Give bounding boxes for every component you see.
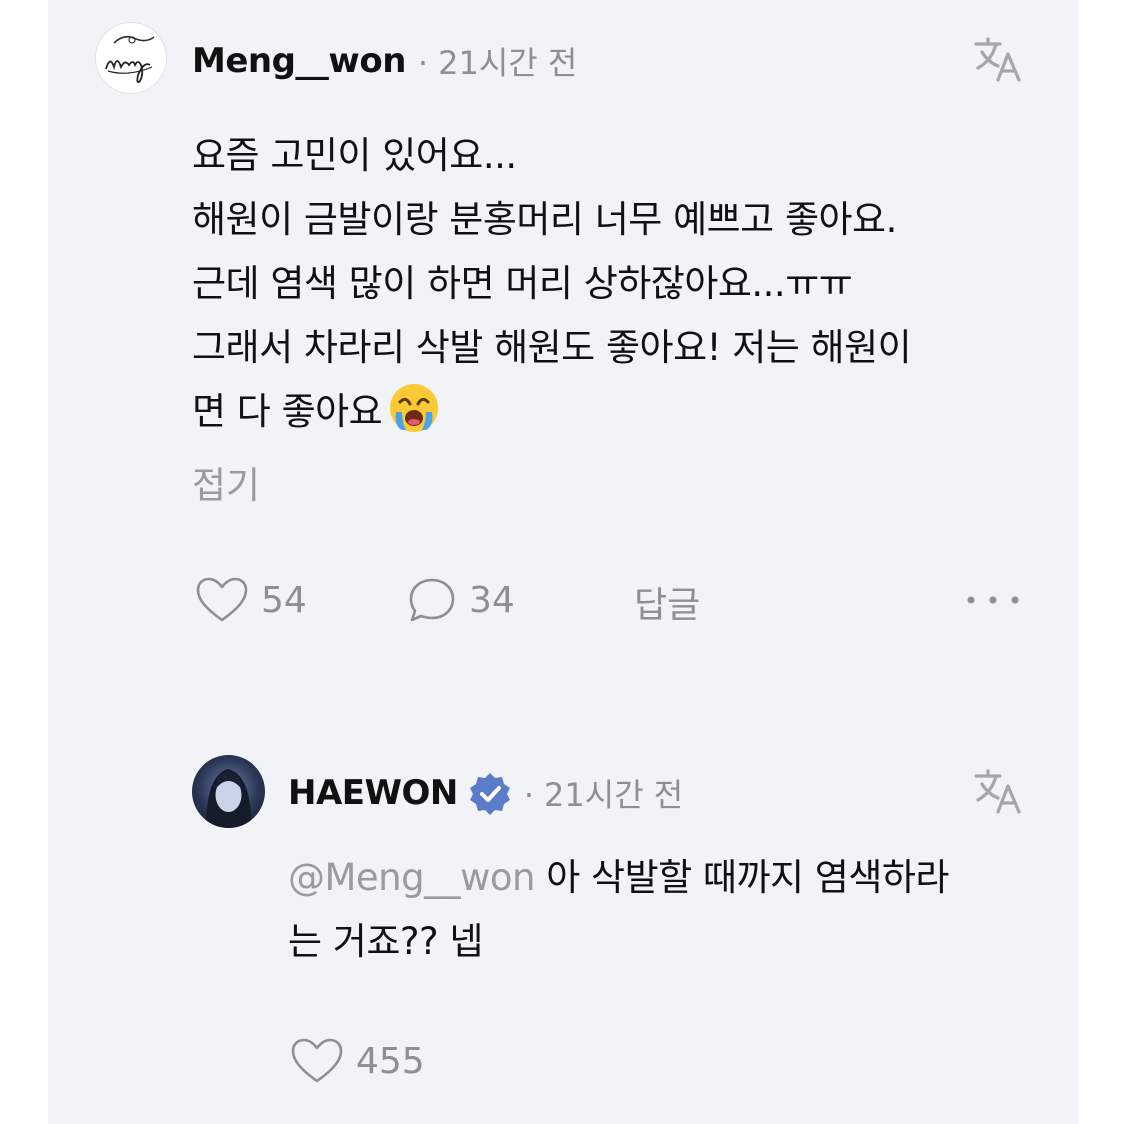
reply-body: @Meng__won 아 삭발할 때까지 염색하라 는 거죠?? 넵 xyxy=(288,846,949,974)
reply-line: 는 거죠?? 넵 xyxy=(288,920,483,963)
portrait-photo xyxy=(206,769,252,828)
reply-username[interactable]: HAEWON xyxy=(288,773,458,813)
avatar[interactable] xyxy=(95,22,167,94)
comment-bubble-icon xyxy=(409,578,455,622)
like-button[interactable]: 54 xyxy=(195,576,307,624)
translate-icon[interactable] xyxy=(972,34,1024,86)
reply-count: 34 xyxy=(469,579,515,621)
loudly-crying-face-emoji xyxy=(390,384,439,432)
heart-icon xyxy=(196,577,248,622)
comment-timestamp: · 21시간 전 xyxy=(417,44,578,82)
reply-timestamp: · 21시간 전 xyxy=(523,776,684,814)
comment-line: 해원이 금발이랑 분홍머리 너무 예쁘고 좋아요. xyxy=(192,198,897,241)
reply-like-count: 455 xyxy=(356,1040,425,1082)
reply-count-button[interactable]: 34 xyxy=(407,576,515,624)
comment-line-last: 면 다 좋아요 xyxy=(192,380,911,444)
comment-body: 요즘 고민이 있어요... 해원이 금발이랑 분홍머리 너무 예쁘고 좋아요. … xyxy=(192,124,912,444)
comment-line: 그래서 차라리 삭발 해원도 좋아요! 저는 해원이 xyxy=(192,326,912,369)
comment-line: 근데 염색 많이 하면 머리 상하잖아요...ㅠㅠ xyxy=(192,262,853,305)
like-count: 54 xyxy=(261,579,307,621)
more-options-icon[interactable] xyxy=(965,590,1021,610)
comment-line-text: 면 다 좋아요 xyxy=(192,390,383,433)
reply-button[interactable]: 답글 xyxy=(634,576,700,628)
heart-icon xyxy=(291,1038,343,1083)
signature-logo xyxy=(105,35,155,84)
reply-header: HAEWON · 21시간 전 xyxy=(288,770,683,816)
verified-badge-icon xyxy=(469,773,510,815)
comment-line: 요즘 고민이 있어요... xyxy=(192,134,517,177)
reply-label: 답글 xyxy=(634,585,701,626)
reply-like-button[interactable]: 455 xyxy=(290,1037,425,1085)
reply-line-text: 아 삭발할 때까지 염색하라 xyxy=(534,856,949,899)
reply-avatar[interactable] xyxy=(192,755,265,828)
comment-header: Meng__won · 21시간 전 xyxy=(192,38,577,84)
comment-time-text: 21시간 전 xyxy=(438,44,578,82)
reply-time-text: 21시간 전 xyxy=(544,776,684,814)
collapse-button[interactable]: 접기 xyxy=(192,455,260,509)
translate-icon[interactable] xyxy=(972,766,1024,818)
comment-username[interactable]: Meng__won xyxy=(192,41,406,81)
mention-link[interactable]: @Meng__won xyxy=(288,856,535,899)
reply-line: @Meng__won 아 삭발할 때까지 염색하라 xyxy=(288,846,949,910)
